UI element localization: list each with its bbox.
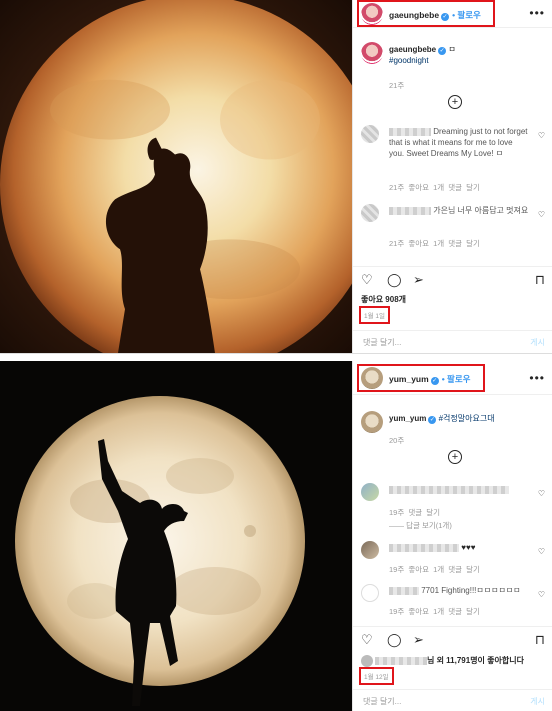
- post-sidebar: yum_yum ✓ • 팔로우 ••• yum_yum ✓ #걱정말아요그대 20주 …: [352, 361, 552, 711]
- comment-text-block: 7701 Fighting!!!ㅁㅁㅁㅁㅁㅁ: [389, 585, 529, 596]
- avatar[interactable]: [361, 204, 379, 222]
- comment-meta: 21주 좋아요 1개 댓글 달기: [389, 183, 480, 192]
- caption-text-block: yum_yum ✓ #걱정말아요그대: [389, 413, 539, 424]
- comment-text-block: Dreaming just to not forget that is what…: [389, 126, 529, 159]
- like-count[interactable]: 님 외 11,791명이 좋아합니다: [361, 655, 524, 667]
- post-yum-yum: yum_yum ✓ • 팔로우 ••• yum_yum ✓ #걱정말아요그대 20주 …: [0, 361, 552, 711]
- avatar[interactable]: [361, 584, 379, 602]
- avatar[interactable]: [361, 125, 379, 143]
- likes-text: 님 외 11,791명이 좋아합니다: [427, 656, 524, 666]
- blurred-username: [375, 657, 427, 665]
- blurred-username: [389, 127, 431, 136]
- more-options-icon[interactable]: •••: [529, 6, 545, 20]
- highlight-box: [357, 0, 495, 27]
- action-bar: ♡ ◯ ➢ ⊓: [353, 626, 552, 650]
- avatar[interactable]: [361, 541, 379, 559]
- more-options-icon[interactable]: •••: [529, 371, 545, 385]
- bookmark-icon[interactable]: ⊓: [535, 273, 545, 287]
- comment: ♥♥♥ ♡ 19주 좋아요 1개 댓글 달기: [361, 541, 547, 581]
- add-comment-input[interactable]: 댓글 달기...: [363, 337, 401, 348]
- blurred-username: [389, 206, 431, 215]
- post-header: gaeungbebe ✓ • 팔로우 •••: [353, 0, 552, 28]
- heart-icon[interactable]: ♡: [538, 547, 545, 556]
- post-sidebar: gaeungbebe ✓ • 팔로우 ••• gaeungbebe ✓ ㅁ #good…: [352, 0, 552, 353]
- post-date[interactable]: 1월 1일: [359, 306, 390, 324]
- add-comment-bar: 댓글 달기... 게시: [353, 330, 552, 350]
- post-header: yum_yum ✓ • 팔로우 •••: [353, 361, 552, 395]
- share-icon[interactable]: ➢: [413, 273, 424, 287]
- comment-text-block: ♥♥♥: [389, 542, 529, 553]
- highlight-box: [357, 364, 485, 392]
- avatar[interactable]: [361, 483, 379, 501]
- comment-icon[interactable]: ◯: [387, 273, 402, 287]
- hashtag-link[interactable]: #걱정말아요그대: [439, 414, 495, 423]
- avatar[interactable]: [361, 411, 383, 433]
- action-bar: ♡ ◯ ➢ ⊓: [353, 266, 552, 292]
- comment-text: 가은님 너무 아름답고 멋져요: [433, 206, 529, 215]
- bookmark-icon[interactable]: ⊓: [535, 633, 545, 647]
- caption: gaeungbebe ✓ ㅁ #goodnight 21주: [361, 42, 545, 92]
- blurred-username: [389, 586, 419, 595]
- heart-icon[interactable]: ♡: [538, 210, 545, 219]
- comment: Dreaming just to not forget that is what…: [361, 125, 547, 195]
- divider: [0, 354, 552, 361]
- hashtag-link[interactable]: #goodnight: [389, 56, 429, 65]
- caption-text: ㅁ: [448, 45, 456, 54]
- heart-icon[interactable]: ♡: [361, 273, 373, 287]
- like-count[interactable]: 좋아요 908개: [361, 294, 406, 305]
- add-comment-bar: 댓글 달기... 게시: [353, 689, 552, 709]
- heart-icon[interactable]: ♡: [538, 131, 545, 140]
- heart-icon[interactable]: ♡: [538, 489, 545, 498]
- verified-badge-icon: ✓: [428, 416, 437, 424]
- heart-icon[interactable]: ♡: [361, 633, 373, 647]
- comment-meta: 19주 좋아요 1개 댓글 달기: [389, 565, 480, 574]
- post-photo-moon-dancer[interactable]: [0, 361, 352, 711]
- comment-meta: 19주 좋아요 1개 댓글 달기: [389, 607, 480, 616]
- comment: 가은님 너무 아름답고 멋져요 ♡ 21주 좋아요 1개 댓글 달기: [361, 204, 547, 250]
- comment-text: 7701 Fighting!!!ㅁㅁㅁㅁㅁㅁ: [421, 586, 521, 595]
- comment: 7701 Fighting!!!ㅁㅁㅁㅁㅁㅁ ♡ 19주 좋아요 1개 댓글 달…: [361, 584, 547, 624]
- comment-text-block: 가은님 너무 아름답고 멋져요: [389, 205, 529, 216]
- add-comment-input[interactable]: 댓글 달기...: [363, 696, 401, 707]
- caption-username[interactable]: gaeungbebe: [389, 45, 436, 54]
- avatar[interactable]: [361, 42, 383, 64]
- caption-username[interactable]: yum_yum: [389, 414, 426, 423]
- view-replies-link[interactable]: —— 답글 보기(1개): [389, 520, 452, 531]
- comment-icon[interactable]: ◯: [387, 633, 402, 647]
- post-comment-button[interactable]: 게시: [530, 696, 545, 707]
- post-gaeungbebe: gaeungbebe ✓ • 팔로우 ••• gaeungbebe ✓ ㅁ #good…: [0, 0, 552, 354]
- post-photo-moon-silhouette[interactable]: [0, 0, 352, 353]
- caption: yum_yum ✓ #걱정말아요그대 20주: [361, 411, 545, 451]
- blurred-comment: [389, 485, 509, 494]
- comment: ♡ 19주 댓글 달기 —— 답글 보기(1개): [361, 483, 547, 533]
- comment-meta: 19주 댓글 달기: [389, 508, 441, 517]
- caption-time: 21주: [389, 81, 405, 90]
- plus-circle-icon[interactable]: +: [448, 95, 462, 109]
- verified-badge-icon: ✓: [438, 47, 447, 55]
- post-comment-button[interactable]: 게시: [530, 337, 545, 348]
- avatar: [361, 655, 373, 667]
- comment-meta: 21주 좋아요 1개 댓글 달기: [389, 239, 480, 248]
- comment-text-block: [389, 484, 529, 495]
- post-date[interactable]: 1월 12일: [359, 667, 394, 685]
- blurred-comment: [389, 543, 459, 552]
- caption-text-block: gaeungbebe ✓ ㅁ #goodnight: [389, 44, 539, 66]
- caption-time: 20주: [389, 436, 405, 445]
- comment-text: ♥♥♥: [461, 543, 476, 552]
- share-icon[interactable]: ➢: [413, 633, 424, 647]
- heart-icon[interactable]: ♡: [538, 590, 545, 599]
- plus-circle-icon[interactable]: +: [448, 450, 462, 464]
